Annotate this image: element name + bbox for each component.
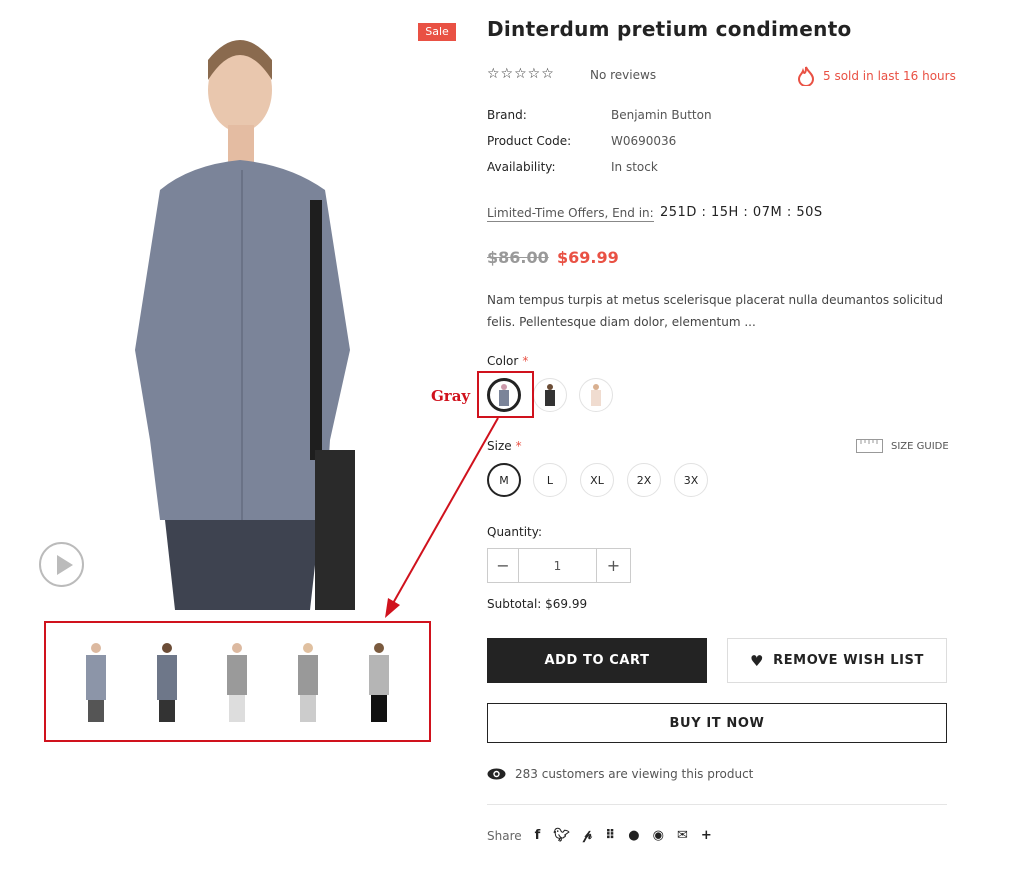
eye-icon bbox=[487, 768, 506, 780]
thumbnail-3[interactable] bbox=[217, 640, 257, 724]
divider bbox=[487, 804, 947, 805]
fire-icon bbox=[797, 66, 815, 86]
subtotal: Subtotal: $69.99 bbox=[487, 597, 587, 611]
ruler-icon bbox=[856, 439, 883, 453]
brand-label: Brand: bbox=[487, 108, 527, 122]
availability-label: Availability: bbox=[487, 160, 556, 174]
review-count: No reviews bbox=[590, 68, 657, 82]
viewers-text: 283 customers are viewing this product bbox=[515, 767, 754, 781]
rating-stars[interactable]: ☆☆☆☆☆ bbox=[487, 66, 555, 82]
grid-icon[interactable]: ⠿ bbox=[605, 828, 615, 843]
size-option-xl[interactable]: XL bbox=[580, 463, 614, 497]
swatch-image bbox=[591, 384, 601, 406]
sold-text: 5 sold in last 16 hours bbox=[823, 69, 956, 83]
sale-badge: Sale bbox=[418, 23, 456, 41]
quantity-stepper: − 1 + bbox=[487, 548, 631, 583]
size-option-l[interactable]: L bbox=[533, 463, 567, 497]
brand-value[interactable]: Benjamin Button bbox=[611, 108, 712, 122]
add-to-cart-button[interactable]: ADD TO CART bbox=[487, 638, 707, 683]
offer-label: Limited-Time Offers, End in: bbox=[487, 206, 654, 222]
color-swatch-black[interactable] bbox=[533, 378, 567, 412]
color-label: Color * bbox=[487, 354, 528, 368]
countdown-timer: 251D : 15H : 07M : 50S bbox=[660, 205, 823, 220]
quantity-increase-button[interactable]: + bbox=[597, 549, 630, 582]
quantity-decrease-button[interactable]: − bbox=[488, 549, 519, 582]
messenger-icon[interactable]: ◉ bbox=[653, 828, 664, 843]
size-option-2x[interactable]: 2X bbox=[627, 463, 661, 497]
remove-wishlist-button[interactable]: ♥ REMOVE WISH LIST bbox=[727, 638, 947, 683]
thumbnail-1[interactable] bbox=[76, 640, 116, 724]
code-label: Product Code: bbox=[487, 134, 572, 148]
swatch-image bbox=[545, 384, 555, 406]
size-guide-link[interactable]: SIZE GUIDE bbox=[856, 439, 949, 453]
thumbnail-4[interactable] bbox=[288, 640, 328, 724]
quantity-input[interactable]: 1 bbox=[519, 549, 597, 582]
product-title: Dinterdum pretium condimento bbox=[487, 17, 852, 41]
size-option-m[interactable]: M bbox=[487, 463, 521, 497]
heart-icon: ♥ bbox=[750, 651, 765, 670]
required-mark: * bbox=[515, 439, 522, 453]
size-option-3x[interactable]: 3X bbox=[674, 463, 708, 497]
tumblr-icon[interactable]: ● bbox=[628, 828, 639, 843]
thumbnail-gallery bbox=[44, 621, 431, 742]
sale-price: $69.99 bbox=[557, 248, 619, 267]
product-description: Nam tempus turpis at metus scelerisque p… bbox=[487, 293, 943, 329]
annotation-gray-label: Gray bbox=[431, 387, 471, 405]
size-guide-text: SIZE GUIDE bbox=[891, 440, 949, 452]
color-label-text: Color bbox=[487, 354, 519, 368]
color-swatch-beige[interactable] bbox=[579, 378, 613, 412]
old-price: $86.00 bbox=[487, 248, 549, 267]
play-video-button[interactable] bbox=[39, 542, 84, 587]
availability-value: In stock bbox=[611, 160, 658, 174]
sold-notice: 5 sold in last 16 hours bbox=[797, 66, 956, 86]
twitter-icon[interactable]: 🐦︎ bbox=[553, 828, 570, 843]
share-bar: Share f 🐦︎ 𝓅 ⠿ ● ◉ ✉ + bbox=[487, 828, 712, 843]
wishlist-text: REMOVE WISH LIST bbox=[773, 653, 924, 668]
quantity-label: Quantity: bbox=[487, 525, 543, 539]
subtotal-value: $69.99 bbox=[545, 597, 588, 611]
code-value: W0690036 bbox=[611, 134, 677, 148]
size-label-text: Size bbox=[487, 439, 512, 453]
share-label: Share bbox=[487, 828, 522, 843]
required-mark: * bbox=[522, 354, 529, 368]
pinterest-icon[interactable]: 𝓅 bbox=[583, 828, 592, 843]
size-label: Size * bbox=[487, 439, 522, 453]
buy-now-button[interactable]: BUY IT NOW bbox=[487, 703, 947, 743]
plus-icon[interactable]: + bbox=[701, 828, 712, 843]
thumbnail-2[interactable] bbox=[147, 640, 187, 724]
email-icon[interactable]: ✉ bbox=[677, 828, 688, 843]
subtotal-label: Subtotal: bbox=[487, 597, 542, 611]
thumbnail-5[interactable] bbox=[359, 640, 399, 724]
facebook-icon[interactable]: f bbox=[535, 828, 541, 843]
product-main-image[interactable] bbox=[90, 20, 420, 610]
viewers-notice: 283 customers are viewing this product bbox=[487, 767, 753, 781]
